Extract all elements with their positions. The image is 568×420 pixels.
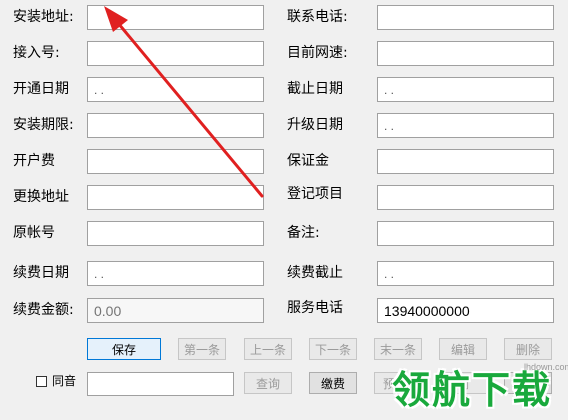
next-record-button[interactable]: 下一条 bbox=[309, 338, 357, 360]
label-expiry-date: 截止日期 bbox=[287, 81, 343, 97]
first-record-button[interactable]: 第一条 bbox=[178, 338, 226, 360]
delete-button[interactable]: 删除 bbox=[504, 338, 552, 360]
label-renewal-expiry: 续费截止 bbox=[287, 265, 343, 281]
save-button[interactable]: 保存 bbox=[87, 338, 161, 360]
label-service-phone: 服务电话 bbox=[287, 300, 343, 316]
change-address-input[interactable] bbox=[87, 185, 264, 210]
account-fee-input[interactable] bbox=[87, 149, 264, 174]
upgrade-date-input[interactable] bbox=[377, 113, 554, 138]
same-sound-label: 同音 bbox=[52, 374, 77, 388]
label-open-date: 开通日期 bbox=[13, 81, 69, 97]
label-original-account: 原帐号 bbox=[13, 225, 55, 241]
service-phone-input[interactable] bbox=[377, 298, 554, 323]
label-deposit: 保证金 bbox=[287, 153, 329, 169]
renew-fee-button[interactable]: 缴费 bbox=[309, 372, 357, 394]
label-account-fee: 开户费 bbox=[13, 153, 55, 169]
label-register-item: 登记项目 bbox=[287, 186, 343, 202]
label-remarks: 备注: bbox=[287, 225, 320, 241]
renewal-expiry-input[interactable] bbox=[377, 261, 554, 286]
label-install-address: 安装地址: bbox=[13, 9, 74, 25]
prev-record-button[interactable]: 上一条 bbox=[244, 338, 292, 360]
edit-button[interactable]: 编辑 bbox=[439, 338, 487, 360]
label-install-period: 安装期限: bbox=[13, 117, 74, 133]
renewal-date-input[interactable] bbox=[87, 261, 264, 286]
label-access-number: 接入号: bbox=[13, 45, 60, 61]
original-account-input[interactable] bbox=[87, 221, 264, 246]
access-number-input[interactable] bbox=[87, 41, 264, 66]
label-current-speed: 目前网速: bbox=[287, 45, 348, 61]
label-upgrade-date: 升级日期 bbox=[287, 117, 343, 133]
last-record-button[interactable]: 末一条 bbox=[374, 338, 422, 360]
expiry-date-input[interactable] bbox=[377, 77, 554, 102]
same-sound-checkbox[interactable] bbox=[36, 376, 47, 387]
label-contact-phone: 联系电话: bbox=[287, 9, 348, 25]
renewal-amount-input[interactable] bbox=[87, 298, 264, 323]
label-change-address: 更换地址 bbox=[13, 189, 69, 205]
install-period-input[interactable] bbox=[87, 113, 264, 138]
label-renewal-date: 续费日期 bbox=[13, 265, 69, 281]
contact-phone-input[interactable] bbox=[377, 5, 554, 30]
search-input[interactable] bbox=[87, 372, 234, 396]
remarks-input[interactable] bbox=[377, 221, 554, 246]
open-date-input[interactable] bbox=[87, 77, 264, 102]
install-address-input[interactable] bbox=[87, 5, 264, 30]
query-button[interactable]: 查询 bbox=[244, 372, 292, 394]
current-speed-input[interactable] bbox=[377, 41, 554, 66]
watermark-url: lhdown.com bbox=[524, 362, 568, 372]
label-renewal-amount: 续费金额: bbox=[13, 302, 74, 318]
register-item-input[interactable] bbox=[377, 185, 554, 210]
deposit-input[interactable] bbox=[377, 149, 554, 174]
